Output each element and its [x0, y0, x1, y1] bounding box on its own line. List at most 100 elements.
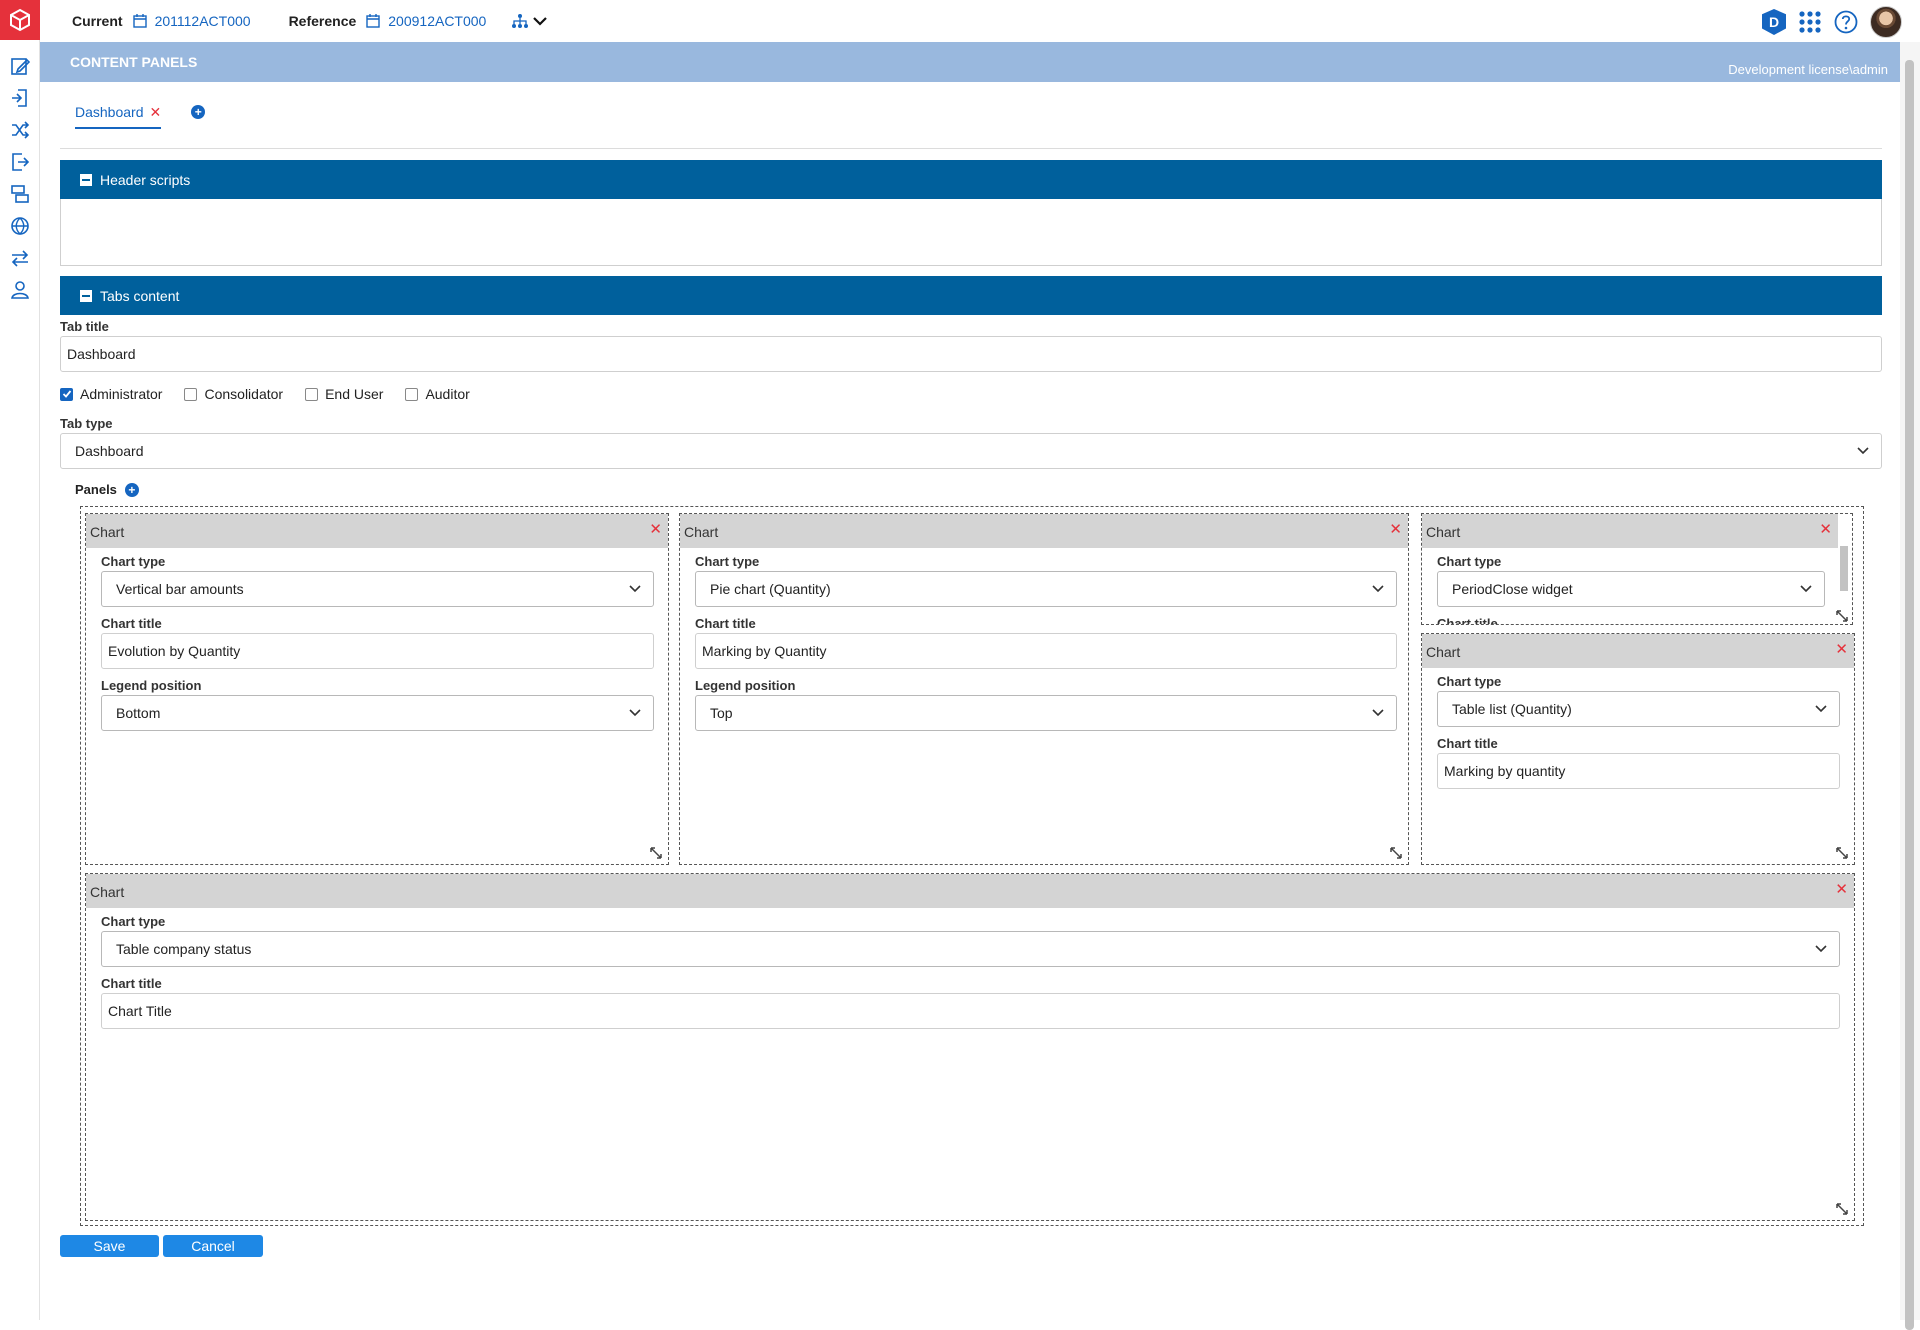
- chart-type-select[interactable]: PeriodClose widget: [1437, 571, 1825, 607]
- resize-handle-icon[interactable]: [1390, 847, 1402, 859]
- remove-panel-icon[interactable]: ✕: [649, 520, 662, 538]
- add-panel-icon[interactable]: +: [124, 482, 139, 497]
- chart-panel-4[interactable]: Chart ✕ Chart type Table list (Quantity)…: [1421, 633, 1855, 865]
- panels-label: Panels +: [75, 482, 139, 497]
- legend-position-select[interactable]: Top: [695, 695, 1397, 731]
- page-scrollbar[interactable]: [1900, 42, 1920, 1330]
- import-icon[interactable]: [8, 86, 32, 110]
- chart-type-value: Table company status: [116, 941, 252, 957]
- panel-header[interactable]: Chart ✕: [86, 874, 1854, 908]
- panel-title: Chart: [90, 524, 125, 540]
- panel-header[interactable]: Chart ✕: [1422, 514, 1838, 548]
- chart-panel-1[interactable]: Chart ✕ Chart type Vertical bar amounts …: [85, 513, 669, 865]
- reference-label: Reference: [288, 13, 357, 29]
- tab-type-select[interactable]: Dashboard: [60, 433, 1882, 469]
- license-info: Development license\admin: [1728, 62, 1888, 77]
- chart-title-input[interactable]: Chart Title: [101, 993, 1840, 1029]
- resize-handle-icon[interactable]: [650, 847, 662, 859]
- tab-title-input[interactable]: Dashboard: [60, 336, 1882, 372]
- chart-title-label: Chart title: [695, 616, 756, 631]
- collapse-icon: [80, 289, 92, 302]
- app-logo-icon[interactable]: [0, 0, 40, 40]
- chevron-down-icon: [1815, 705, 1827, 713]
- resize-handle-icon[interactable]: [1836, 610, 1848, 622]
- legend-position-select[interactable]: Bottom: [101, 695, 654, 731]
- chart-panel-5[interactable]: Chart ✕ Chart type Table company status …: [85, 873, 1855, 1221]
- remove-panel-icon[interactable]: ✕: [1835, 880, 1848, 898]
- chart-panel-2[interactable]: Chart ✕ Chart type Pie chart (Quantity) …: [679, 513, 1409, 865]
- panels-grid: Chart ✕ Chart type Vertical bar amounts …: [80, 506, 1864, 1226]
- calendar-icon[interactable]: [132, 14, 147, 28]
- remove-panel-icon[interactable]: ✕: [1835, 640, 1848, 658]
- tab-type-value: Dashboard: [75, 443, 144, 459]
- panel-header[interactable]: Chart ✕: [86, 514, 668, 548]
- d-badge-icon[interactable]: D: [1762, 9, 1786, 35]
- chevron-down-icon: [1372, 709, 1384, 717]
- chart-type-value: Table list (Quantity): [1452, 701, 1572, 717]
- header-scripts-textarea[interactable]: [60, 199, 1882, 266]
- transfer-icon[interactable]: [8, 246, 32, 270]
- chart-type-select[interactable]: Table list (Quantity): [1437, 691, 1840, 727]
- remove-panel-icon[interactable]: ✕: [1819, 520, 1832, 538]
- panel-title: Chart: [1426, 644, 1461, 660]
- chart-panel-3[interactable]: Chart ✕ Chart type PeriodClose widget Ch…: [1421, 513, 1853, 625]
- layout-icon[interactable]: [8, 182, 32, 206]
- chart-type-label: Chart type: [695, 554, 760, 569]
- header-scripts-title: Header scripts: [100, 171, 191, 188]
- chart-title-label: Chart title: [101, 616, 162, 631]
- header-scripts-header[interactable]: Header scripts: [60, 160, 1882, 199]
- role-auditor[interactable]: Auditor: [405, 386, 470, 402]
- chart-title-input[interactable]: Marking by Quantity: [695, 633, 1397, 669]
- calendar-icon[interactable]: [366, 14, 380, 28]
- scrollbar-thumb[interactable]: [1840, 546, 1848, 591]
- legend-position-value: Bottom: [116, 705, 161, 721]
- checkbox-checked[interactable]: [60, 387, 73, 401]
- checkbox[interactable]: [405, 387, 419, 401]
- globe-icon[interactable]: [8, 214, 32, 238]
- reference-period-link[interactable]: 200912ACT000: [388, 13, 486, 29]
- role-consolidator[interactable]: Consolidator: [184, 386, 283, 402]
- users-icon[interactable]: [8, 278, 32, 302]
- role-label: Auditor: [425, 386, 470, 402]
- export-icon[interactable]: [8, 150, 32, 174]
- remove-panel-icon[interactable]: ✕: [1389, 520, 1402, 538]
- chevron-down-icon: [1857, 447, 1869, 455]
- current-period-link[interactable]: 201112ACT000: [155, 13, 251, 29]
- resize-handle-icon[interactable]: [1836, 1203, 1848, 1215]
- checkbox[interactable]: [305, 387, 319, 401]
- apps-grid-icon[interactable]: [1798, 10, 1822, 34]
- panel-header[interactable]: Chart ✕: [1422, 634, 1854, 668]
- tabs-content-header[interactable]: Tabs content: [60, 276, 1882, 315]
- cancel-button[interactable]: Cancel: [163, 1235, 263, 1257]
- scrollbar-thumb[interactable]: [1905, 60, 1914, 1330]
- chevron-down-icon: [1815, 945, 1827, 953]
- chart-type-select[interactable]: Pie chart (Quantity): [695, 571, 1397, 607]
- legend-position-label: Legend position: [101, 678, 202, 693]
- edit-icon[interactable]: [8, 54, 32, 78]
- resize-handle-icon[interactable]: [1836, 847, 1848, 859]
- chart-title-label: Chart title: [101, 976, 162, 991]
- chart-title-input[interactable]: Evolution by Quantity: [101, 633, 654, 669]
- panel-header[interactable]: Chart ✕: [680, 514, 1408, 548]
- chart-type-label: Chart type: [1437, 674, 1502, 689]
- role-end-user[interactable]: End User: [305, 386, 383, 402]
- chart-type-select[interactable]: Table company status: [101, 931, 1840, 967]
- close-icon[interactable]: ✕: [150, 104, 162, 121]
- chart-title-label: Chart title: [1437, 616, 1498, 625]
- save-button[interactable]: Save: [60, 1235, 159, 1257]
- add-tab-icon[interactable]: +: [191, 105, 206, 119]
- tab-dashboard[interactable]: Dashboard ✕: [75, 104, 162, 129]
- chart-type-select[interactable]: Vertical bar amounts: [101, 571, 654, 607]
- collapse-icon: [80, 173, 92, 186]
- role-label: Consolidator: [204, 386, 284, 402]
- user-avatar[interactable]: [1870, 6, 1902, 38]
- help-icon[interactable]: [1834, 10, 1858, 34]
- hierarchy-menu[interactable]: [512, 13, 548, 29]
- checkbox[interactable]: [184, 387, 198, 401]
- chart-type-value: Vertical bar amounts: [116, 581, 244, 597]
- chart-title-input[interactable]: Marking by quantity: [1437, 753, 1840, 789]
- panel-title: Chart: [90, 884, 125, 900]
- page-title: CONTENT PANELS: [70, 54, 198, 70]
- shuffle-icon[interactable]: [8, 118, 32, 142]
- role-administrator[interactable]: Administrator: [60, 386, 162, 402]
